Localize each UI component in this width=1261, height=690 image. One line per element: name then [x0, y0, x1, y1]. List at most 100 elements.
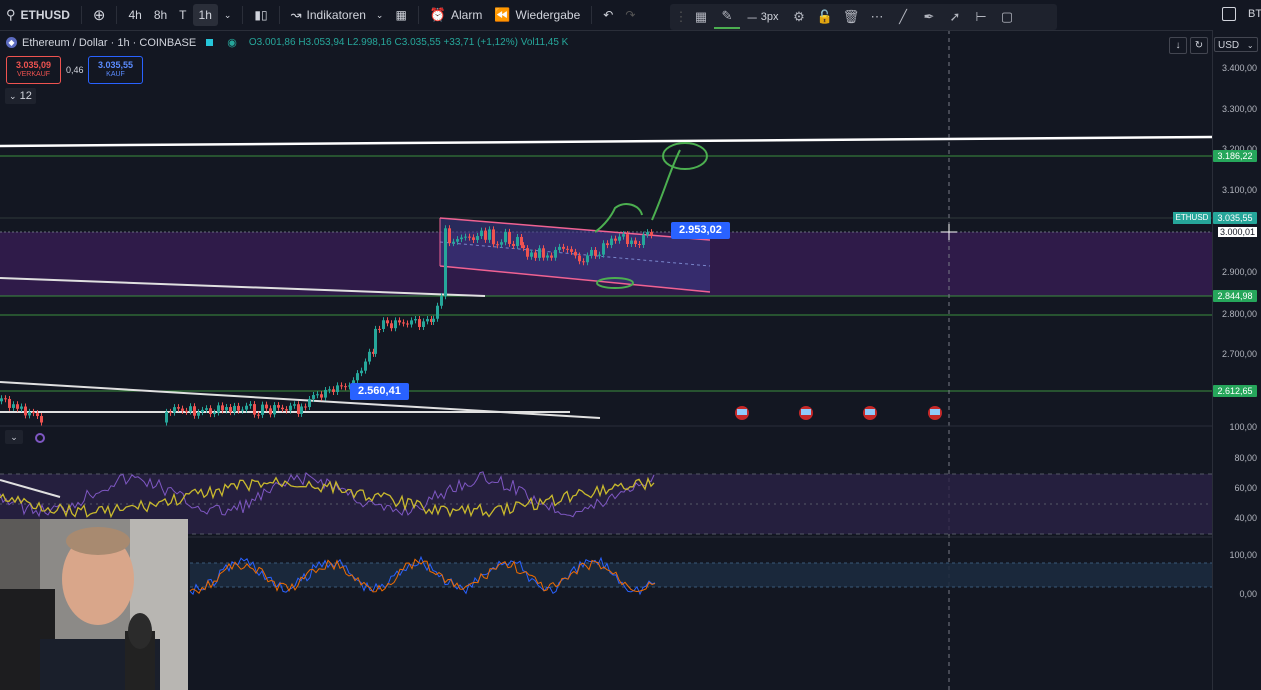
interval-dropdown[interactable]: ⌄: [218, 4, 238, 26]
redo-button[interactable]: ↷: [619, 4, 641, 26]
axis-download-button[interactable]: ↓: [1169, 37, 1187, 54]
candle-body: [526, 248, 529, 257]
candle-body: [642, 234, 645, 245]
price-label-upper[interactable]: 2.953,02: [671, 222, 730, 239]
candle-body: [456, 239, 459, 242]
candle-body: [360, 370, 363, 374]
rectangle-icon[interactable]: ▢: [994, 6, 1020, 28]
candle-body: [630, 240, 633, 245]
chevron-down-icon: ⌄: [223, 9, 232, 20]
chart-type-button[interactable]: ▮▯: [248, 4, 273, 26]
replay-button[interactable]: ⏪ Wiedergabe: [488, 4, 586, 26]
candle-body: [297, 404, 300, 414]
spread-value: 0,46: [66, 65, 84, 75]
pencil-color-icon[interactable]: ✎: [714, 5, 740, 29]
templates-icon[interactable]: ▦: [688, 6, 714, 28]
candle-body: [293, 404, 296, 406]
trendline-top: [0, 135, 1212, 148]
candle-body: [217, 405, 220, 413]
more-icon[interactable]: ⋯: [864, 6, 890, 28]
candle-body: [32, 411, 35, 414]
candle-body: [614, 238, 617, 241]
candle-body: [386, 320, 389, 324]
candle-body: [356, 373, 359, 381]
ray-icon[interactable]: ➚: [942, 6, 968, 28]
templates-button[interactable]: ▦: [389, 4, 412, 26]
symbol-search[interactable]: ⚲ ETHUSD: [0, 4, 76, 26]
interval-t[interactable]: T: [173, 4, 192, 26]
candle-body: [586, 255, 589, 263]
candle-body: [452, 241, 455, 244]
market-status-icon: [206, 39, 214, 46]
candle-body: [261, 404, 264, 415]
candle-body: [522, 245, 525, 249]
currency-select[interactable]: USD ⌄: [1214, 37, 1258, 52]
candle-body: [500, 242, 503, 245]
candle-body: [312, 395, 315, 399]
price-label-lower[interactable]: 2.560,41: [350, 383, 409, 400]
price-tag-low: 2.612,65: [1213, 385, 1257, 397]
candle-body: [590, 249, 593, 256]
candle-body: [12, 404, 15, 408]
brush-icon[interactable]: ✒: [916, 6, 942, 28]
buy-button[interactable]: 3.035,55 KAUF: [88, 56, 143, 84]
candle-body: [177, 407, 180, 409]
candle-body: [300, 406, 303, 414]
candle-body: [257, 414, 260, 416]
candle-body: [221, 405, 224, 411]
legend-title[interactable]: Ethereum / Dollar · 1h · COINBASE: [22, 37, 196, 49]
candle-body: [610, 238, 613, 246]
indicator-collapse-button[interactable]: ⌄ 12: [5, 88, 36, 104]
candle-body: [368, 351, 371, 362]
candle-body: [444, 228, 447, 297]
candle-body: [237, 405, 240, 411]
trend-line-icon[interactable]: ╱: [890, 6, 916, 28]
candle-body: [550, 255, 553, 258]
candle-body: [508, 231, 511, 244]
replay-label: Wiedergabe: [515, 8, 581, 22]
trash-icon[interactable]: 🗑: [838, 6, 864, 28]
candle-body: [492, 229, 495, 245]
stroke-width-button[interactable]: ─ 3px: [740, 6, 786, 28]
indicators-button[interactable]: ↝ Indikatoren ⌄: [285, 4, 390, 26]
candle-body: [530, 252, 533, 257]
drag-handle[interactable]: ⋮: [674, 6, 688, 28]
candle-body: [374, 328, 377, 354]
rsi-tick: 80,00: [1234, 453, 1257, 463]
candle-body: [562, 246, 565, 249]
settings-icon[interactable]: ⚙: [786, 6, 812, 28]
chevron-down-icon: ⌄: [9, 91, 17, 101]
lock-icon[interactable]: 🔓: [812, 6, 838, 28]
undo-button[interactable]: ↶: [597, 4, 619, 26]
candle-body: [169, 411, 172, 413]
rewind-icon: ⏪: [494, 7, 511, 22]
pane-collapse-button[interactable]: ⌄: [5, 430, 23, 444]
sell-label: VERKAUF: [16, 71, 51, 78]
layout-toggle-icon[interactable]: [1222, 7, 1236, 21]
ohlc-values: O3.001,86 H3.053,94 L2.998,16 C3.035,55 …: [248, 37, 569, 48]
candle-body: [622, 234, 625, 237]
horizontal-line-icon[interactable]: ⊢: [968, 6, 994, 28]
sell-button[interactable]: 3.035,09 VERKAUF: [6, 56, 61, 84]
presenter-video: [0, 519, 188, 690]
account-label[interactable]: BT: [1248, 8, 1261, 20]
compare-button[interactable]: ⊕: [87, 4, 112, 26]
buy-price: 3.035,55: [97, 60, 134, 70]
alarm-button[interactable]: ⏰ Alarm: [424, 4, 489, 26]
candle-body: [534, 252, 537, 258]
axis-reset-button[interactable]: ↻: [1190, 37, 1208, 54]
chevron-down-icon: ⌄: [1246, 41, 1254, 50]
price-tick: 2.800,00: [1221, 309, 1257, 319]
interval-4h[interactable]: 4h: [122, 4, 147, 26]
candle-body: [594, 249, 597, 256]
event-flags: [735, 406, 942, 420]
candle-body: [285, 409, 288, 411]
candle-body: [618, 236, 621, 241]
rsi-tick: 100,00: [1229, 422, 1257, 432]
candle-body: [570, 249, 573, 252]
interval-8h[interactable]: 8h: [148, 4, 173, 26]
candle-body: [606, 243, 609, 246]
interval-1h[interactable]: 1h: [192, 4, 218, 26]
ethereum-icon: ◆: [6, 37, 17, 48]
candle-body: [193, 406, 196, 416]
